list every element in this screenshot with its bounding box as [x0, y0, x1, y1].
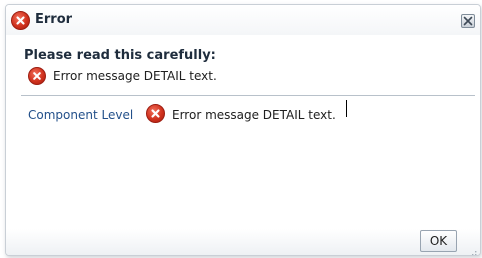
text-cursor	[346, 100, 347, 117]
message-summary-heading: Please read this carefully:	[24, 48, 216, 63]
error-icon	[146, 104, 165, 123]
resize-grip-icon[interactable]	[469, 244, 477, 255]
close-icon[interactable]	[461, 14, 475, 28]
error-dialog: Error Please read this carefully: Error …	[5, 4, 481, 256]
dialog-title: Error	[35, 12, 73, 27]
divider	[21, 95, 475, 96]
dialog-footer	[6, 229, 480, 255]
error-icon	[28, 67, 46, 85]
component-level-label: Component Level	[28, 108, 134, 122]
component-error-message: Error message DETAIL text.	[172, 108, 336, 122]
dialog-titlebar[interactable]: Error	[6, 5, 480, 35]
error-icon	[11, 11, 30, 30]
summary-error-message: Error message DETAIL text.	[53, 69, 217, 83]
ok-button[interactable]: OK	[420, 230, 457, 252]
